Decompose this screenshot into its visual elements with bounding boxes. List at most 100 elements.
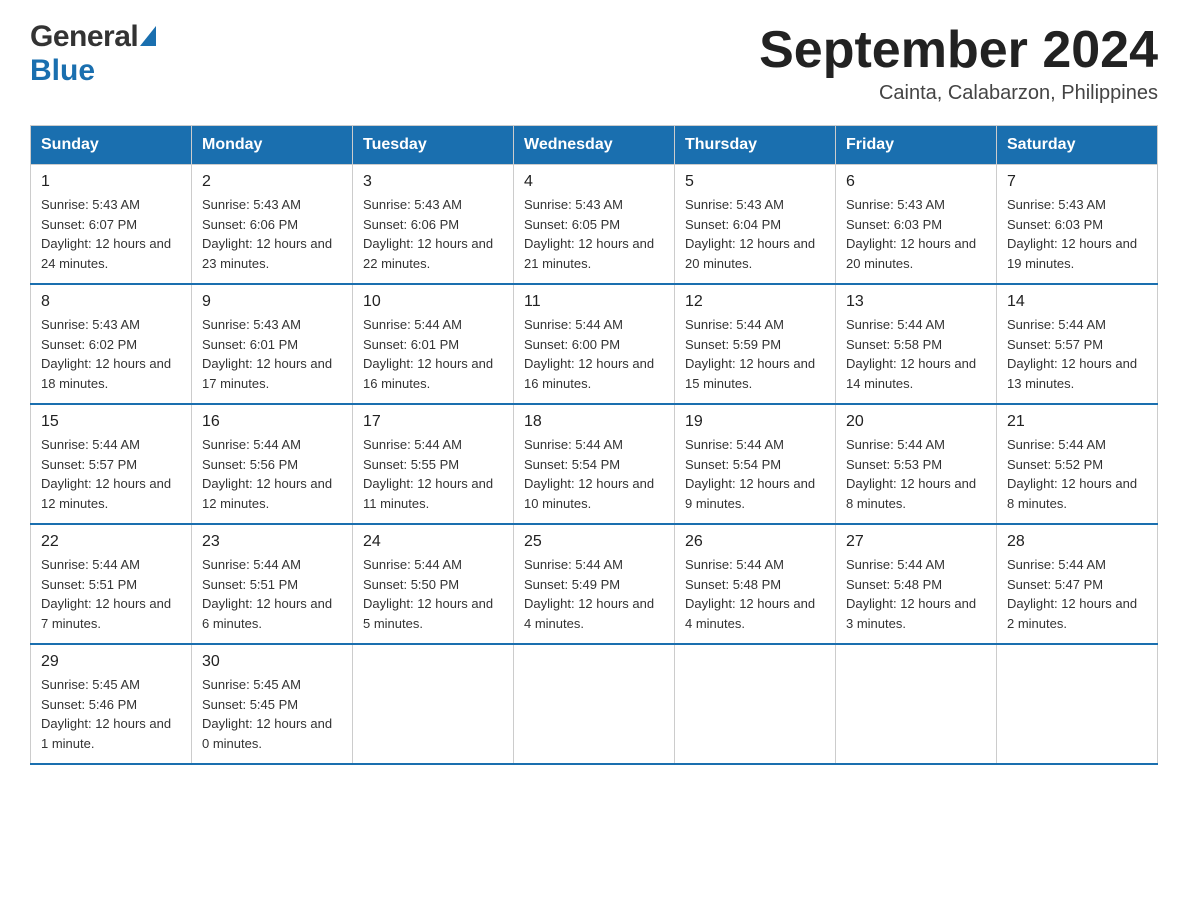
sunrise-text: Sunrise: 5:44 AM (363, 315, 503, 335)
day-info: Sunrise: 5:43 AMSunset: 6:04 PMDaylight:… (685, 195, 825, 273)
day-number: 5 (685, 173, 825, 191)
daylight-text: Daylight: 12 hours and 10 minutes. (524, 474, 664, 513)
calendar-cell: 4Sunrise: 5:43 AMSunset: 6:05 PMDaylight… (514, 165, 675, 285)
sunrise-text: Sunrise: 5:44 AM (524, 555, 664, 575)
sunrise-text: Sunrise: 5:44 AM (202, 555, 342, 575)
daylight-text: Daylight: 12 hours and 12 minutes. (202, 474, 342, 513)
calendar-cell: 6Sunrise: 5:43 AMSunset: 6:03 PMDaylight… (836, 165, 997, 285)
calendar-cell (514, 644, 675, 764)
location-text: Cainta, Calabarzon, Philippines (759, 82, 1158, 105)
day-info: Sunrise: 5:44 AMSunset: 5:56 PMDaylight:… (202, 435, 342, 513)
sunrise-text: Sunrise: 5:44 AM (524, 315, 664, 335)
sunrise-text: Sunrise: 5:44 AM (363, 555, 503, 575)
calendar-cell: 16 Sunrise: 5:44 AMSunset: 5:56 PMDayligh… (192, 404, 353, 524)
daylight-text: Daylight: 12 hours and 15 minutes. (685, 354, 825, 393)
sunrise-text: Sunrise: 5:43 AM (846, 195, 986, 215)
calendar-cell: 20Sunrise: 5:44 AMSunset: 5:53 PMDayligh… (836, 404, 997, 524)
day-number: 7 (1007, 173, 1147, 191)
day-info: Sunrise: 5:44 AMSunset: 5:59 PMDaylight:… (685, 315, 825, 393)
daylight-text: Daylight: 12 hours and 4 minutes. (685, 594, 825, 633)
sunrise-text: Sunrise: 5:44 AM (363, 435, 503, 455)
day-number: 17 (363, 413, 503, 431)
calendar-cell: 25Sunrise: 5:44 AMSunset: 5:49 PMDayligh… (514, 524, 675, 644)
calendar-cell: 18Sunrise: 5:44 AMSunset: 5:54 PMDayligh… (514, 404, 675, 524)
day-number: 8 (41, 293, 181, 311)
sunset-text: Sunset: 5:59 PM (685, 335, 825, 355)
calendar-cell: 22 Sunrise: 5:44 AMSunset: 5:51 PMDayligh… (31, 524, 192, 644)
calendar-cell: 14Sunrise: 5:44 AMSunset: 5:57 PMDayligh… (997, 284, 1158, 404)
day-info: Sunrise: 5:43 AMSunset: 6:06 PMDaylight:… (363, 195, 503, 273)
daylight-text: Daylight: 12 hours and 17 minutes. (202, 354, 342, 393)
day-number: 2 (202, 173, 342, 191)
daylight-text: Daylight: 12 hours and 23 minutes. (202, 234, 342, 273)
day-number: 22 (41, 533, 181, 551)
day-of-week-header: Tuesday (353, 126, 514, 165)
day-number: 13 (846, 293, 986, 311)
daylight-text: Daylight: 12 hours and 1 minute. (41, 714, 181, 753)
day-info: Sunrise: 5:43 AMSunset: 6:02 PMDaylight:… (41, 315, 181, 393)
month-title: September 2024 (759, 20, 1158, 80)
calendar-cell: 28 Sunrise: 5:44 AMSunset: 5:47 PMDayligh… (997, 524, 1158, 644)
daylight-text: Daylight: 12 hours and 16 minutes. (363, 354, 503, 393)
day-info: Sunrise: 5:44 AMSunset: 5:51 PMDaylight:… (202, 555, 342, 633)
day-number: 25 (524, 533, 664, 551)
day-info: Sunrise: 5:43 AMSunset: 6:07 PMDaylight:… (41, 195, 181, 273)
daylight-text: Daylight: 12 hours and 19 minutes. (1007, 234, 1147, 273)
day-info: Sunrise: 5:44 AMSunset: 5:48 PMDaylight:… (846, 555, 986, 633)
daylight-text: Daylight: 12 hours and 24 minutes. (41, 234, 181, 273)
calendar-cell: 5 Sunrise: 5:43 AMSunset: 6:04 PMDaylight… (675, 165, 836, 285)
sunset-text: Sunset: 6:01 PM (363, 335, 503, 355)
day-number: 18 (524, 413, 664, 431)
calendar-cell: 2 Sunrise: 5:43 AMSunset: 6:06 PMDaylight… (192, 165, 353, 285)
logo-blue-text: Blue (30, 54, 95, 87)
day-info: Sunrise: 5:44 AMSunset: 5:55 PMDaylight:… (363, 435, 503, 513)
sunset-text: Sunset: 5:48 PM (685, 575, 825, 595)
sunset-text: Sunset: 5:46 PM (41, 695, 181, 715)
sunrise-text: Sunrise: 5:44 AM (1007, 435, 1147, 455)
daylight-text: Daylight: 12 hours and 20 minutes. (846, 234, 986, 273)
day-number: 19 (685, 413, 825, 431)
calendar-cell: 12Sunrise: 5:44 AMSunset: 5:59 PMDayligh… (675, 284, 836, 404)
sunrise-text: Sunrise: 5:44 AM (685, 435, 825, 455)
calendar-cell: 9Sunrise: 5:43 AMSunset: 6:01 PMDaylight… (192, 284, 353, 404)
sunrise-text: Sunrise: 5:44 AM (41, 555, 181, 575)
day-info: Sunrise: 5:44 AMSunset: 5:47 PMDaylight:… (1007, 555, 1147, 633)
day-info: Sunrise: 5:45 AMSunset: 5:46 PMDaylight:… (41, 675, 181, 753)
day-info: Sunrise: 5:44 AMSunset: 5:51 PMDaylight:… (41, 555, 181, 633)
sunrise-text: Sunrise: 5:43 AM (202, 195, 342, 215)
daylight-text: Daylight: 12 hours and 16 minutes. (524, 354, 664, 393)
day-number: 27 (846, 533, 986, 551)
daylight-text: Daylight: 12 hours and 11 minutes. (363, 474, 503, 513)
day-number: 24 (363, 533, 503, 551)
sunset-text: Sunset: 6:07 PM (41, 215, 181, 235)
daylight-text: Daylight: 12 hours and 4 minutes. (524, 594, 664, 633)
day-number: 30 (202, 653, 342, 671)
sunset-text: Sunset: 6:04 PM (685, 215, 825, 235)
sunset-text: Sunset: 6:06 PM (202, 215, 342, 235)
sunrise-text: Sunrise: 5:44 AM (846, 435, 986, 455)
calendar-cell: 17 Sunrise: 5:44 AMSunset: 5:55 PMDayligh… (353, 404, 514, 524)
day-info: Sunrise: 5:44 AMSunset: 6:01 PMDaylight:… (363, 315, 503, 393)
sunset-text: Sunset: 6:03 PM (846, 215, 986, 235)
day-number: 4 (524, 173, 664, 191)
calendar-header-row: SundayMondayTuesdayWednesdayThursdayFrid… (31, 126, 1158, 165)
sunrise-text: Sunrise: 5:43 AM (202, 315, 342, 335)
day-info: Sunrise: 5:44 AMSunset: 5:48 PMDaylight:… (685, 555, 825, 633)
calendar-week-row: 29Sunrise: 5:45 AMSunset: 5:46 PMDayligh… (31, 644, 1158, 764)
day-number: 15 (41, 413, 181, 431)
day-number: 16 (202, 413, 342, 431)
day-info: Sunrise: 5:45 AMSunset: 5:45 PMDaylight:… (202, 675, 342, 753)
day-number: 28 (1007, 533, 1147, 551)
sunrise-text: Sunrise: 5:43 AM (363, 195, 503, 215)
day-number: 14 (1007, 293, 1147, 311)
calendar-cell: 15Sunrise: 5:44 AMSunset: 5:57 PMDayligh… (31, 404, 192, 524)
sunset-text: Sunset: 6:03 PM (1007, 215, 1147, 235)
sunset-text: Sunset: 5:48 PM (846, 575, 986, 595)
sunset-text: Sunset: 5:51 PM (41, 575, 181, 595)
daylight-text: Daylight: 12 hours and 9 minutes. (685, 474, 825, 513)
calendar-cell: 29Sunrise: 5:45 AMSunset: 5:46 PMDayligh… (31, 644, 192, 764)
sunset-text: Sunset: 6:06 PM (363, 215, 503, 235)
day-number: 21 (1007, 413, 1147, 431)
day-info: Sunrise: 5:44 AMSunset: 6:00 PMDaylight:… (524, 315, 664, 393)
sunrise-text: Sunrise: 5:44 AM (41, 435, 181, 455)
